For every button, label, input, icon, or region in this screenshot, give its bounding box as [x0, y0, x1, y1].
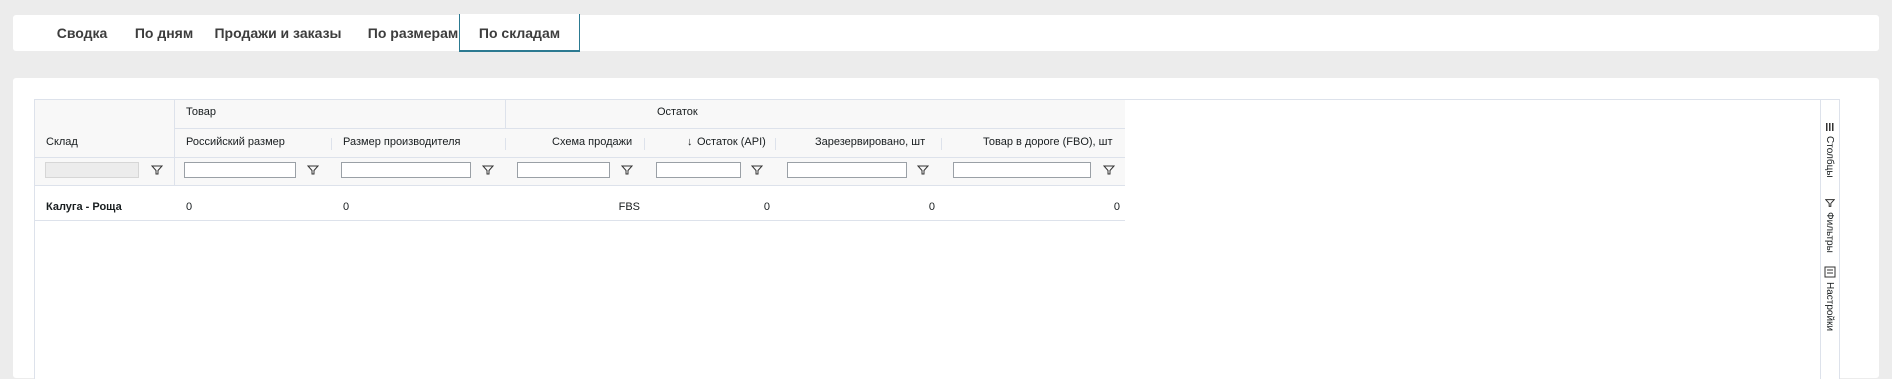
- group-header-product: Товар: [186, 106, 216, 118]
- cell-maker-size: 0: [343, 201, 350, 213]
- col-header-scheme[interactable]: Схема продажи: [552, 136, 632, 148]
- side-tool-panel: Столбцы Фильтры Настройки: [1820, 100, 1839, 379]
- col-header-stock-api[interactable]: Остаток (API): [697, 136, 766, 148]
- filters-panel-button[interactable]: Фильтры: [1821, 198, 1839, 260]
- col-header-reserved[interactable]: Зарезервировано, шт: [815, 136, 925, 148]
- col-header-ru-size[interactable]: Российский размер: [186, 136, 285, 148]
- grid-header: Товар Остаток Склад Российский размер Ра…: [35, 100, 1125, 186]
- settings-icon: [1824, 266, 1836, 278]
- data-grid: Товар Остаток Склад Российский размер Ра…: [34, 99, 1840, 379]
- cell-warehouse: Калуга - Роща: [46, 201, 122, 213]
- cell-in-transit: 0: [1113, 201, 1120, 213]
- settings-panel-button[interactable]: Настройки: [1821, 266, 1839, 346]
- filters-panel-label: Фильтры: [1824, 212, 1835, 253]
- sort-desc-icon: ↓: [687, 136, 693, 148]
- settings-panel-label: Настройки: [1824, 282, 1835, 332]
- columns-panel-label: Столбцы: [1824, 136, 1835, 178]
- filter-icon: [1825, 199, 1835, 207]
- filter-input-in-transit[interactable]: [953, 162, 1091, 178]
- cell-stock-api: 0: [763, 201, 770, 213]
- columns-panel-button[interactable]: Столбцы: [1821, 122, 1839, 194]
- filter-input-maker-size[interactable]: [341, 162, 471, 178]
- tab-by-days[interactable]: По дням: [117, 15, 211, 51]
- columns-icon: [1826, 123, 1834, 131]
- col-header-in-transit[interactable]: Товар в дороге (FBO), шт: [983, 136, 1113, 148]
- col-header-maker-size[interactable]: Размер производителя: [343, 136, 460, 148]
- cell-reserved: 0: [928, 201, 935, 213]
- group-header-stock: Остаток: [657, 106, 698, 118]
- filter-input-stock-api[interactable]: [656, 162, 741, 178]
- tab-by-warehouses[interactable]: По складам: [459, 14, 580, 52]
- filter-input-reserved[interactable]: [787, 162, 907, 178]
- filter-icon[interactable]: [307, 164, 319, 176]
- tabs-bar: Сводка По дням Продажи и заказы По разме…: [13, 14, 1879, 52]
- filter-input-scheme[interactable]: [517, 162, 610, 178]
- tab-by-sizes[interactable]: По размерам: [351, 15, 475, 51]
- filter-icon[interactable]: [482, 164, 494, 176]
- filter-icon[interactable]: [621, 164, 633, 176]
- filter-icon[interactable]: [151, 164, 163, 176]
- tab-summary[interactable]: Сводка: [37, 15, 127, 51]
- filter-icon[interactable]: [1103, 164, 1115, 176]
- tab-sales-orders[interactable]: Продажи и заказы: [203, 15, 353, 51]
- cell-ru-size: 0: [186, 201, 193, 213]
- filter-icon[interactable]: [751, 164, 763, 176]
- cell-scheme: FBS: [618, 201, 640, 213]
- col-header-warehouse[interactable]: Склад: [46, 136, 78, 148]
- filter-icon[interactable]: [917, 164, 929, 176]
- filter-input-ru-size[interactable]: [184, 162, 296, 178]
- row-divider: [35, 220, 1125, 221]
- filter-input-warehouse[interactable]: [45, 162, 139, 178]
